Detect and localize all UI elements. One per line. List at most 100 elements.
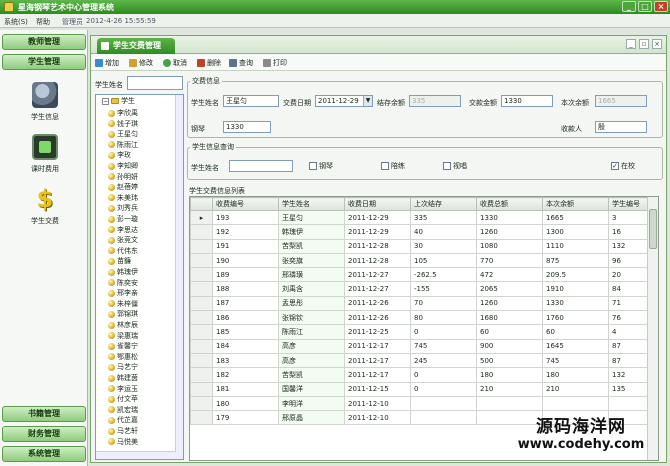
column-header[interactable]: 本次余额: [542, 197, 609, 211]
tree-node[interactable]: 林彦辰: [108, 320, 138, 330]
tree-vertical-scrollbar[interactable]: [175, 95, 183, 459]
table-cell[interactable]: 2011-12-15: [344, 381, 411, 397]
tree-node[interactable]: 韩瑰伊: [108, 267, 138, 277]
column-header[interactable]: 学生编号: [608, 197, 649, 211]
table-cell[interactable]: 1330: [476, 209, 543, 226]
row-header[interactable]: [190, 252, 213, 269]
close-button[interactable]: ×: [654, 1, 668, 12]
table-cell[interactable]: 0: [410, 381, 477, 397]
table-cell[interactable]: [542, 395, 609, 412]
maximize-button[interactable]: □: [638, 1, 652, 12]
row-header[interactable]: [190, 238, 213, 254]
table-cell[interactable]: -155: [410, 281, 477, 297]
table-cell[interactable]: 邢璘璜: [278, 267, 345, 283]
table-cell[interactable]: 2011-12-10: [344, 410, 411, 426]
row-header[interactable]: [190, 295, 213, 312]
table-cell[interactable]: 335: [410, 209, 477, 226]
table-cell[interactable]: 苦梨凯: [278, 238, 345, 254]
table-row[interactable]: 188 刘禹含 2011-12-27 -155 2065 1910 84: [190, 281, 649, 297]
table-cell[interactable]: 1910: [542, 281, 609, 297]
row-header[interactable]: [190, 324, 213, 340]
sidebar-finance-mgmt[interactable]: 财务管理: [2, 426, 86, 442]
checkbox-box[interactable]: [381, 162, 389, 170]
query-button[interactable]: 查询: [229, 58, 253, 68]
tree-node[interactable]: 邢李亲: [108, 288, 138, 298]
table-cell[interactable]: 135: [608, 381, 649, 397]
table-row[interactable]: 189 邢璘璜 2011-12-27 -262.5 472 209.5 20: [190, 267, 649, 283]
table-cell[interactable]: 188: [212, 281, 279, 297]
menu-system[interactable]: 系统(S): [4, 17, 28, 27]
table-cell[interactable]: 2011-12-27: [344, 281, 411, 297]
table-cell[interactable]: 苦梨凯: [278, 367, 345, 383]
table-row[interactable]: 184 高彦 2011-12-17 745 900 1645 87: [190, 338, 649, 354]
tree-node[interactable]: 郭锦琪: [108, 309, 138, 319]
table-cell[interactable]: 2011-12-29: [344, 224, 411, 240]
table-cell[interactable]: 187: [212, 295, 279, 312]
sidebar-item-student-payment[interactable]: $ 学生交费: [10, 186, 80, 226]
tree-node[interactable]: 凯宏瑞: [108, 405, 138, 415]
table-cell[interactable]: 132: [608, 238, 649, 254]
table-cell[interactable]: 210: [542, 381, 609, 397]
table-cell[interactable]: 1260: [476, 295, 543, 312]
table-cell[interactable]: 500: [476, 352, 543, 369]
table-cell[interactable]: 高彦: [278, 352, 345, 369]
checkbox-piano[interactable]: 钢琴: [309, 161, 333, 171]
table-cell[interactable]: 770: [476, 252, 543, 269]
table-cell[interactable]: 71: [608, 295, 649, 312]
print-button[interactable]: 打印: [263, 58, 287, 68]
column-header[interactable]: 上次结存: [410, 197, 477, 211]
table-cell[interactable]: -262.5: [410, 267, 477, 283]
table-cell[interactable]: 0: [410, 367, 477, 383]
tab-student-payment[interactable]: 学生交费管理: [97, 38, 175, 54]
table-row[interactable]: 187 孟思彤 2011-12-26 70 1260 1330 71: [190, 295, 649, 312]
table-row[interactable]: 190 张奕旗 2011-12-28 105 770 875 96: [190, 252, 649, 269]
table-cell[interactable]: 陈雨江: [278, 324, 345, 340]
row-header[interactable]: ▸: [190, 209, 213, 226]
table-cell[interactable]: 2011-12-17: [344, 367, 411, 383]
table-cell[interactable]: 472: [476, 267, 543, 283]
sidebar-teacher-mgmt[interactable]: 教师管理: [2, 34, 86, 50]
sidebar-student-mgmt[interactable]: 学生管理: [2, 54, 86, 70]
tree-node[interactable]: 马艺宁: [108, 362, 138, 372]
row-header[interactable]: [190, 367, 213, 383]
table-cell[interactable]: 190: [212, 252, 279, 269]
table-cell[interactable]: 王星匀: [278, 209, 345, 226]
minimize-button[interactable]: _: [622, 1, 636, 12]
tree-node[interactable]: 张竞文: [108, 235, 138, 245]
table-cell[interactable]: 2011-12-17: [344, 338, 411, 354]
column-header[interactable]: 学生姓名: [278, 197, 345, 211]
table-cell[interactable]: 30: [410, 238, 477, 254]
query-name-input[interactable]: [229, 160, 293, 172]
tree-node[interactable]: 苗鐮: [108, 256, 131, 266]
panel-minimize-button[interactable]: _: [626, 39, 636, 49]
column-header[interactable]: 收费总额: [476, 197, 543, 211]
table-cell[interactable]: 182: [212, 367, 279, 383]
table-cell[interactable]: 刘禹含: [278, 281, 345, 297]
table-cell[interactable]: 185: [212, 324, 279, 340]
table-cell[interactable]: 1760: [542, 310, 609, 326]
table-cell[interactable]: 2065: [476, 281, 543, 297]
table-cell[interactable]: 2011-12-26: [344, 310, 411, 326]
fee-student-name-field[interactable]: 王星匀: [223, 95, 279, 107]
fee-date-picker[interactable]: 2011-12-29 ▼: [315, 95, 373, 107]
table-row[interactable]: 180 李明洋 2011-12-10: [190, 395, 649, 412]
tree-node[interactable]: 钱子琪: [108, 119, 138, 129]
table-cell[interactable]: 70: [410, 295, 477, 312]
row-header[interactable]: [190, 310, 213, 326]
table-cell[interactable]: 韩瑰伊: [278, 224, 345, 240]
checkbox-in-school[interactable]: ✓ 在校: [611, 161, 635, 171]
table-cell[interactable]: 40: [410, 224, 477, 240]
table-cell[interactable]: 1110: [542, 238, 609, 254]
table-cell[interactable]: 184: [212, 338, 279, 354]
table-cell[interactable]: 84: [608, 281, 649, 297]
table-cell[interactable]: 1665: [542, 209, 609, 226]
table-row[interactable]: 186 张锦钦 2011-12-26 80 1680 1760 76: [190, 310, 649, 326]
add-button[interactable]: 增加: [95, 58, 119, 68]
table-cell[interactable]: 60: [542, 324, 609, 340]
table-cell[interactable]: 邢原晶: [278, 410, 345, 426]
table-cell[interactable]: 高彦: [278, 338, 345, 354]
table-cell[interactable]: 87: [608, 338, 649, 354]
scrollbar-thumb[interactable]: [649, 209, 657, 249]
sidebar-system-mgmt[interactable]: 系统管理: [2, 446, 86, 462]
tree-node[interactable]: 梁惠瑞: [108, 331, 138, 341]
